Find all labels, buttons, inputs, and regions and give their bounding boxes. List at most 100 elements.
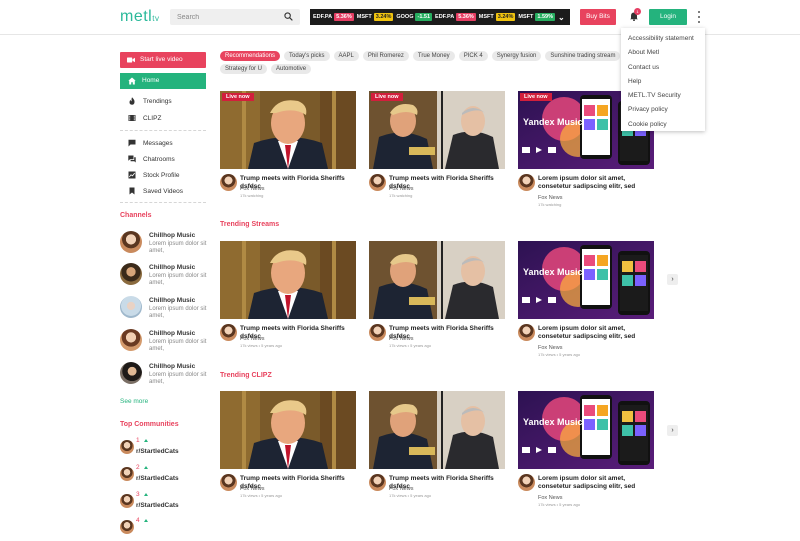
sidebar-item-home[interactable]: Home [120, 73, 206, 89]
video-card[interactable]: Trump meets with Florida Sheriffs dsfdsc… [369, 241, 505, 348]
menu-item-accessibility[interactable]: Accessibility statement [621, 32, 705, 46]
channel-name: Chillhop Music [149, 330, 196, 337]
ticker-item[interactable]: MSFT 3.24% [479, 13, 516, 21]
channel-name: Chillhop Music [149, 232, 196, 239]
ticker-change: 5.36% [334, 13, 354, 21]
community-item[interactable]: 1 r/StartledCats [120, 437, 210, 461]
menu-item-privacy[interactable]: Privacy policy [621, 103, 705, 117]
chip-sunshine-trading[interactable]: Sunshine trading stream [545, 51, 621, 61]
community-rank: 4 [136, 517, 140, 524]
sidebar-item-chatrooms[interactable]: Chatrooms [128, 154, 175, 164]
video-title[interactable]: Lorem ipsum dolor sit amet, consetetur s… [538, 175, 658, 191]
video-source[interactable]: Fox News [240, 336, 264, 342]
channel-avatar[interactable] [369, 174, 386, 191]
trend-up-icon [144, 519, 148, 522]
ticker-item[interactable]: EDF.PA 5.36% [435, 13, 476, 21]
chip-automotive[interactable]: Automotive [271, 64, 312, 74]
buy-bits-button[interactable]: Buy Bits [580, 9, 616, 25]
video-card[interactable]: Yandex Music Lorem ipsum dolor sit amet, … [518, 241, 654, 357]
video-card[interactable]: Trump meets with Florida Sheriffs dsfdsc… [220, 241, 356, 348]
channel-avatar[interactable] [518, 324, 535, 341]
ticker-item[interactable]: MSFT 3.24% [357, 13, 394, 21]
video-source[interactable]: Fox News [389, 486, 413, 492]
community-item[interactable]: 4 [120, 517, 210, 541]
channel-avatar[interactable] [369, 474, 386, 491]
channel-avatar[interactable] [518, 474, 535, 491]
video-title[interactable]: Lorem ipsum dolor sit amet, consetetur s… [538, 475, 658, 491]
sidebar-item-clipz[interactable]: CLIPZ [128, 113, 161, 123]
channel-item[interactable]: Chillhop Music Lorem ipsum dolor sit ame… [120, 329, 210, 355]
channel-item[interactable]: Chillhop Music Lorem ipsum dolor sit ame… [120, 296, 210, 322]
channel-avatar[interactable] [220, 324, 237, 341]
video-source[interactable]: Fox News [538, 495, 562, 501]
video-thumbnail[interactable]: Yandex Music [518, 241, 654, 319]
logo-suffix: tv [152, 14, 160, 23]
chip-phil-romerez[interactable]: Phil Romerez [362, 51, 409, 61]
video-thumbnail[interactable] [369, 391, 505, 469]
video-thumbnail[interactable] [369, 241, 505, 319]
video-source[interactable]: Fox News [240, 486, 264, 492]
sidebar-item-stock-profile[interactable]: Stock Profile [128, 170, 180, 180]
video-card[interactable]: Yandex Music Lorem ipsum dolor sit amet, … [518, 391, 654, 507]
sidebar-item-saved-videos[interactable]: Saved Videos [128, 186, 183, 196]
chip-todays-picks[interactable]: Today's picks [284, 51, 330, 61]
search-icon[interactable] [284, 12, 293, 21]
video-source[interactable]: Fox News [389, 336, 413, 342]
video-card[interactable]: Trump meets with Florida Sheriffs dsfdsc… [220, 391, 356, 498]
search-input[interactable] [170, 9, 300, 25]
video-card[interactable]: Live now Trump meets with Florida Sheriff… [369, 91, 505, 198]
ticker-item[interactable]: EDF.PA 5.36% [313, 13, 354, 21]
channel-avatar[interactable] [518, 174, 535, 191]
more-menu-icon[interactable] [697, 11, 701, 23]
chip-pick-4[interactable]: PICK 4 [458, 51, 488, 61]
channel-item[interactable]: Chillhop Music Lorem ipsum dolor sit ame… [120, 231, 210, 257]
menu-item-cookie[interactable]: Cookie policy [621, 118, 705, 132]
video-thumbnail[interactable]: Yandex Music [518, 391, 654, 469]
video-thumbnail[interactable] [220, 241, 356, 319]
channel-item[interactable]: Chillhop Music Lorem ipsum dolor sit ame… [120, 263, 210, 289]
trend-up-icon [144, 439, 148, 442]
menu-item-about[interactable]: About Metl [621, 46, 705, 60]
channel-item[interactable]: Chillhop Music Lorem ipsum dolor sit ame… [120, 362, 210, 388]
video-thumbnail[interactable] [369, 91, 505, 169]
login-button[interactable]: Login [649, 9, 687, 25]
video-source[interactable]: Fox News [240, 186, 264, 192]
channel-avatar[interactable] [220, 174, 237, 191]
start-live-video-button[interactable]: Start live video [120, 52, 206, 68]
menu-item-security[interactable]: METL.TV Security [621, 89, 705, 103]
video-card[interactable]: Live now Trump meets with Florida Sheriff… [220, 91, 356, 198]
chip-recommendations[interactable]: Recommendations [220, 51, 281, 61]
menu-item-contact[interactable]: Contact us [621, 61, 705, 75]
sidebar-divider [120, 202, 206, 203]
see-more-link[interactable]: See more [120, 398, 148, 405]
ticker-item[interactable]: GOOG -1.51 [396, 13, 433, 21]
video-source[interactable]: Fox News [538, 195, 562, 201]
community-item[interactable]: 2 r/StartledCats [120, 464, 210, 488]
video-source[interactable]: Fox News [538, 345, 562, 351]
chevron-right-icon[interactable]: › [667, 425, 678, 436]
video-card[interactable]: Trump meets with Florida Sheriffs dsfdsc… [369, 391, 505, 498]
sidebar-item-messages[interactable]: Messages [128, 138, 173, 148]
metl-logo[interactable]: metltv [120, 8, 159, 26]
menu-item-help[interactable]: Help [621, 75, 705, 89]
chip-synergy-fusion[interactable]: Synergy fusion [491, 51, 542, 61]
video-source[interactable]: Fox News [389, 186, 413, 192]
chip-strategy-for-u[interactable]: Strategy for U [220, 64, 268, 74]
video-meta: 17k watching [389, 193, 413, 198]
trending-clipz-heading: Trending CLIPZ [220, 372, 272, 379]
chevron-right-icon[interactable]: › [667, 274, 678, 285]
community-item[interactable]: 3 r/StartledCats [120, 491, 210, 515]
yandex-music-label: Yandex Music [523, 267, 583, 277]
chip-true-money[interactable]: True Money [412, 51, 455, 61]
stock-ticker[interactable]: EDF.PA 5.36% MSFT 3.24% GOOG -1.51 EDF.PA 5.… [310, 9, 570, 25]
sidebar-item-trendings[interactable]: Trendings [128, 96, 172, 106]
channel-avatar[interactable] [220, 474, 237, 491]
chip-aapl[interactable]: AAPL [333, 51, 359, 61]
video-thumbnail[interactable] [220, 391, 356, 469]
chevron-down-icon[interactable]: ⌄ [558, 13, 565, 22]
ticker-item[interactable]: MSFT 1.59% [518, 13, 555, 21]
video-meta: 17k views • 5 years ago [240, 343, 283, 348]
channel-avatar[interactable] [369, 324, 386, 341]
video-title[interactable]: Lorem ipsum dolor sit amet, consetetur s… [538, 325, 658, 341]
video-thumbnail[interactable] [220, 91, 356, 169]
